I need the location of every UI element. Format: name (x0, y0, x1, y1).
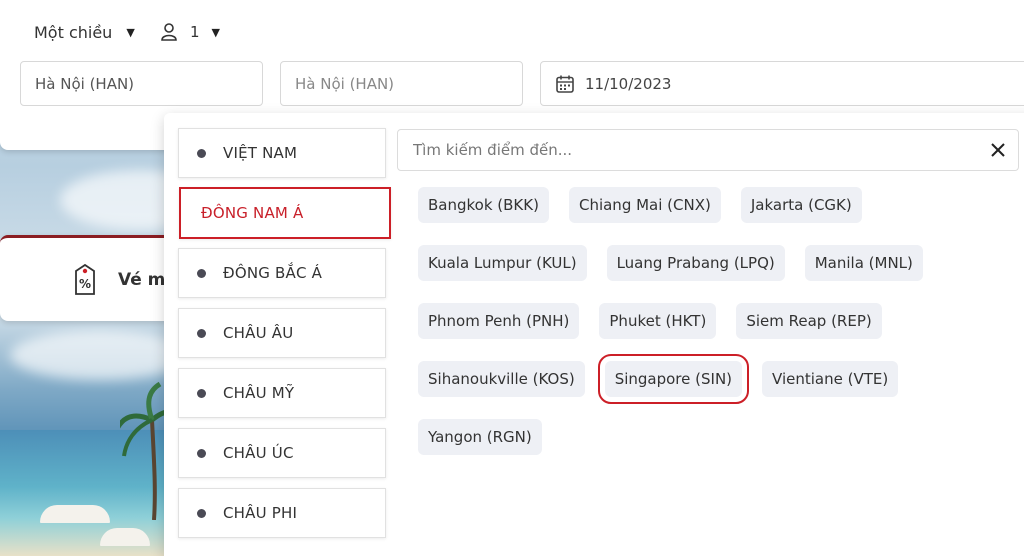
region-list: VIỆT NAM ĐÔNG NAM Á ĐÔNG BẮC Á CHÂU ÂU CHÂU … (178, 128, 391, 548)
destination-chip[interactable]: Manila (MNL) (804, 245, 923, 281)
destination-chip[interactable]: Phnom Penh (PNH) (418, 303, 580, 339)
passenger-count: 1 (190, 23, 200, 41)
destination-chip[interactable]: Jakarta (CGK) (740, 187, 862, 223)
bullet-dot-icon (197, 448, 206, 458)
destination-chip[interactable]: Bangkok (BKK) (418, 187, 549, 223)
destination-chip[interactable]: Singapore (SIN) (597, 354, 750, 404)
region-label: CHÂU ÚC (223, 444, 294, 462)
chip-row: Sihanoukville (KOS) Singapore (SIN) Vienti… (418, 354, 1018, 404)
destination-chip[interactable]: Phuket (HKT) (599, 303, 717, 339)
bullet-dot-icon (197, 268, 206, 278)
origin-value: Hà Nội (HAN) (35, 74, 135, 93)
region-item[interactable]: CHÂU PHI (178, 488, 386, 538)
region-label: CHÂU ÂU (223, 324, 294, 342)
region-label: CHÂU MỸ (223, 384, 295, 402)
destination-chip[interactable]: Vientiane (VTE) (762, 361, 899, 397)
chip-row: Bangkok (BKK) Chiang Mai (CNX) Jakarta (CG… (418, 187, 1018, 223)
destination-chip-list: Bangkok (BKK) Chiang Mai (CNX) Jakarta (CG… (418, 187, 1018, 477)
destination-chip[interactable]: Sihanoukville (KOS) (418, 361, 585, 397)
region-label: VIỆT NAM (223, 144, 298, 162)
beach-umbrella (100, 528, 150, 546)
destination-search-input[interactable] (413, 130, 978, 170)
chip-row: Kuala Lumpur (KUL) Luang Prabang (LPQ) Man… (418, 245, 1018, 281)
region-label: ĐÔNG NAM Á (201, 204, 304, 222)
destination-value: Hà Nội (HAN) (295, 74, 395, 93)
close-icon (991, 143, 1005, 157)
region-item[interactable]: CHÂU MỸ (178, 368, 386, 418)
bullet-dot-icon (197, 148, 206, 158)
person-icon (161, 23, 177, 41)
region-item[interactable]: CHÂU ÚC (178, 428, 386, 478)
caret-down-icon: ▼ (126, 26, 135, 39)
departure-date-value: 11/10/2023 (585, 74, 672, 93)
destination-chip[interactable]: Chiang Mai (CNX) (568, 187, 721, 223)
discount-tag-icon: % (75, 263, 95, 295)
region-item[interactable]: CHÂU ÂU (178, 308, 386, 358)
destination-chip[interactable]: Luang Prabang (LPQ) (606, 245, 785, 281)
passenger-select[interactable]: 1 ▼ (160, 22, 220, 42)
origin-field[interactable]: Hà Nội (HAN) (20, 61, 263, 106)
destination-dropdown: VIỆT NAM ĐÔNG NAM Á ĐÔNG BẮC Á CHÂU ÂU CHÂU … (164, 113, 1024, 556)
beach-umbrella (40, 505, 110, 523)
region-item[interactable]: ĐÔNG BẮC Á (178, 248, 386, 298)
trip-type-select[interactable]: Một chiều ▼ (34, 23, 135, 42)
region-item[interactable]: ĐÔNG NAM Á (179, 187, 391, 239)
promo-text: Vé m (118, 269, 166, 290)
region-label: ĐÔNG BẮC Á (223, 264, 323, 282)
svg-text:%: % (79, 277, 91, 291)
close-button[interactable] (978, 130, 1018, 170)
trip-type-value: Một chiều (34, 23, 113, 42)
chip-row: Phnom Penh (PNH) Phuket (HKT) Siem Reap (R… (418, 303, 1018, 339)
caret-down-icon: ▼ (211, 25, 221, 39)
calendar-icon (556, 75, 574, 93)
destination-chip[interactable]: Kuala Lumpur (KUL) (418, 245, 587, 281)
bullet-dot-icon (197, 508, 206, 518)
region-label: CHÂU PHI (223, 504, 298, 522)
destination-search-box (397, 129, 1019, 171)
promo-card[interactable]: % Vé m (0, 235, 180, 321)
destination-field[interactable]: Hà Nội (HAN) (280, 61, 523, 106)
bullet-dot-icon (197, 388, 206, 398)
chip-row: Yangon (RGN) (418, 419, 1018, 455)
departure-date-field[interactable]: 11/10/2023 (540, 61, 1024, 106)
region-item[interactable]: VIỆT NAM (178, 128, 386, 178)
destination-chip[interactable]: Siem Reap (REP) (736, 303, 882, 339)
bullet-dot-icon (197, 328, 206, 338)
destination-chip[interactable]: Yangon (RGN) (418, 419, 542, 455)
